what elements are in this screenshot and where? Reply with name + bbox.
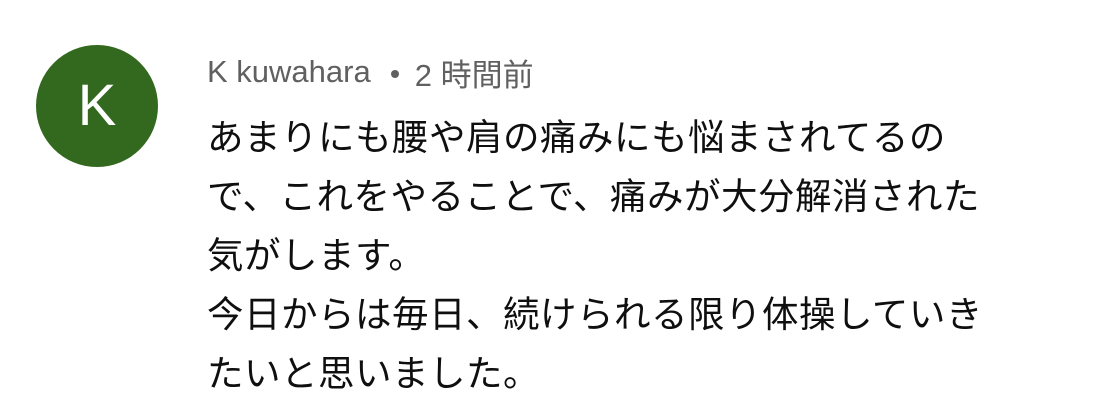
comment-text: あまりにも腰や肩の痛みにも悩まされてるの で、これをやることで、痛みが大分解消さ… [207,108,1077,403]
comment-timestamp[interactable]: 2 時間前 [415,50,534,95]
author-name[interactable]: K kuwahara [207,54,371,90]
avatar-initial: K [77,73,117,138]
comment-text-line: 気がします。 [207,234,426,277]
comment-text-line: 今日からは毎日、続けられる限り体操していき [207,293,983,336]
avatar[interactable]: K [36,45,158,167]
comment-body: K kuwahara 2 時間前 あまりにも腰や肩の痛みにも悩まされてるの で、… [207,50,1077,403]
comment-text-line: あまりにも腰や肩の痛みにも悩まされてるの [207,116,946,159]
comment-header: K kuwahara 2 時間前 [207,50,1077,94]
comment-text-line: で、これをやることで、痛みが大分解消された [207,175,980,218]
separator-dot-icon [390,70,399,78]
comment-item: K K kuwahara 2 時間前 あまりにも腰や肩の痛みにも悩まされてるの … [0,0,1100,411]
comment-text-line: たいと思いました。 [207,352,540,395]
